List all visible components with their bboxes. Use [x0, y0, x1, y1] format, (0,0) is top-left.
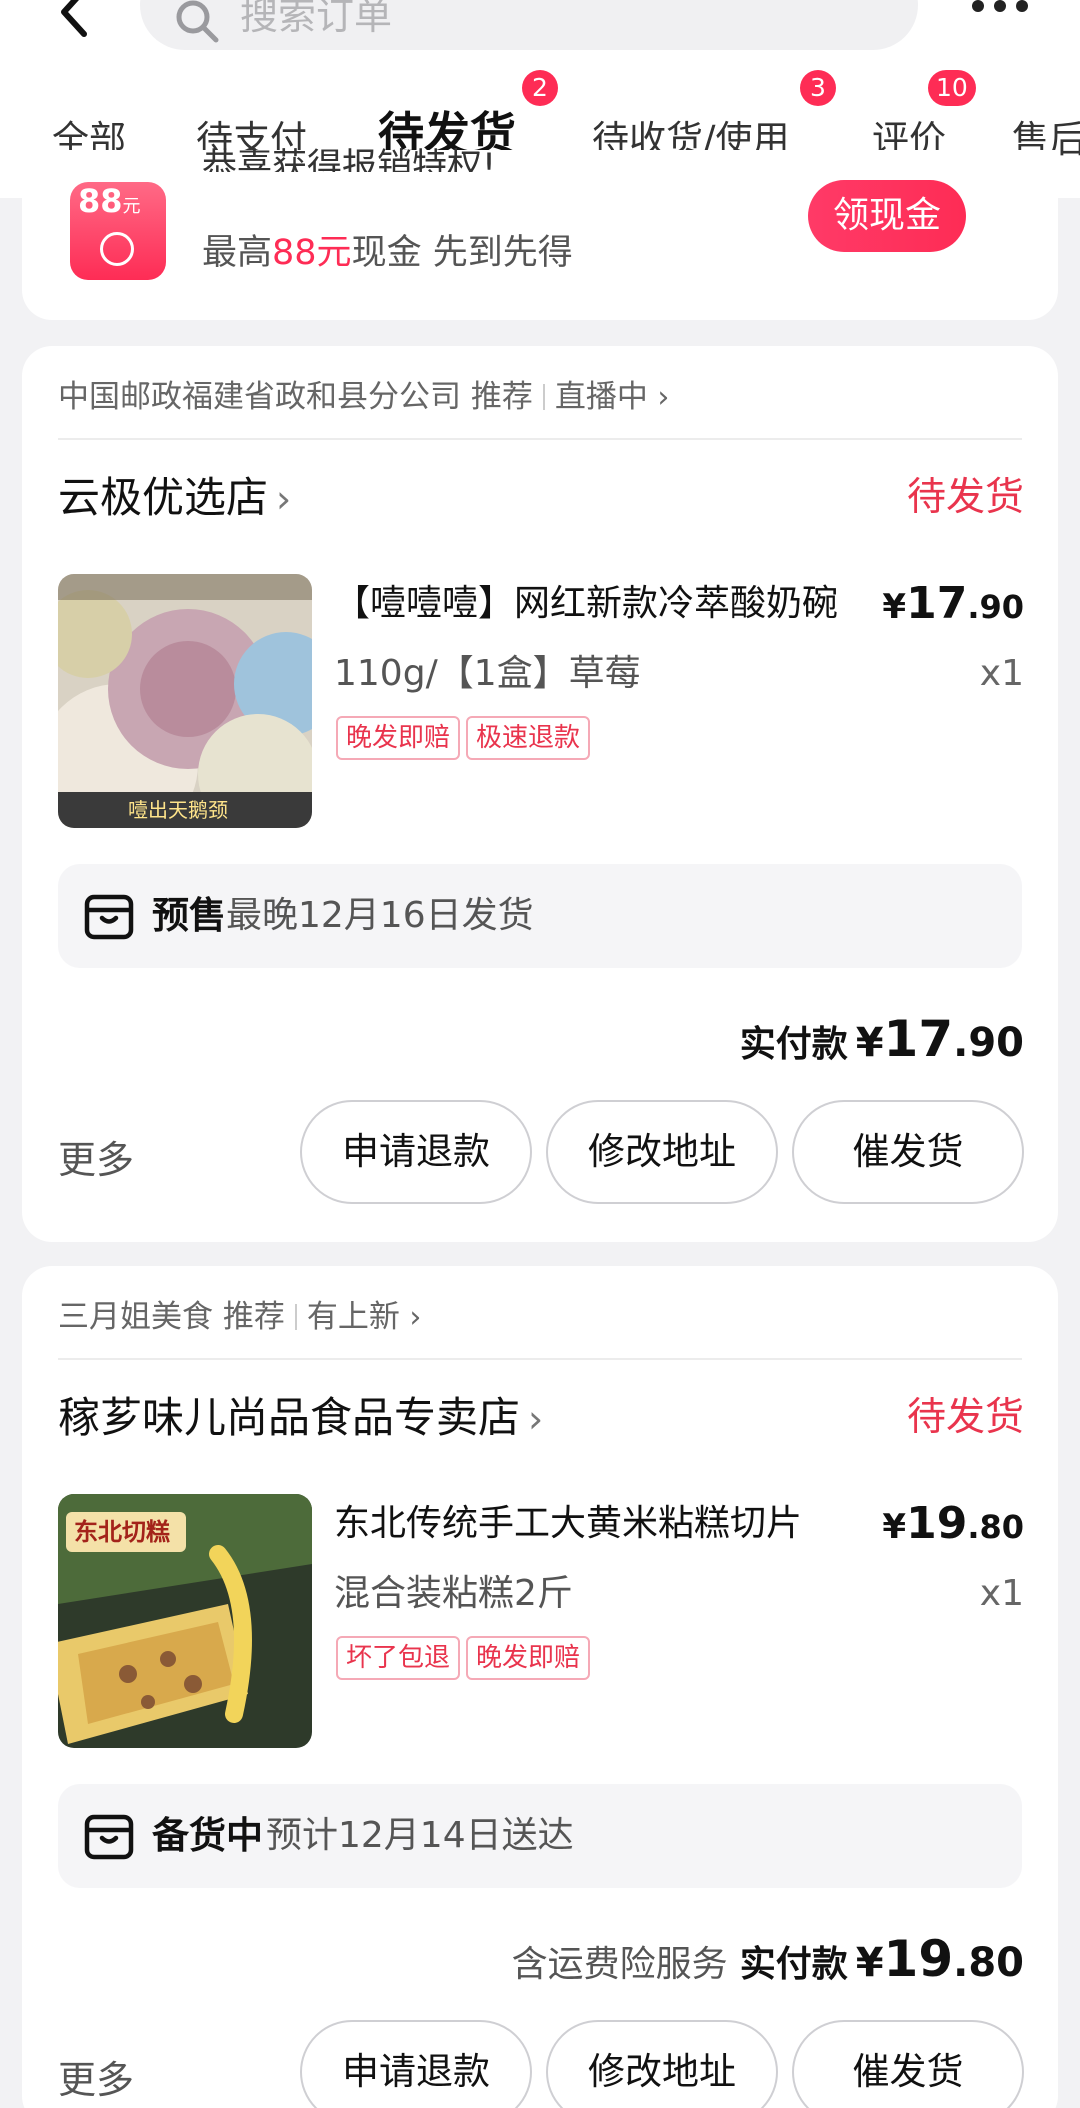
shipping-info[interactable]: 备货中 预计12月14日送达 [58, 1784, 1022, 1888]
urge-shipment-button[interactable]: 催发货 [792, 1100, 1024, 1204]
promo-card: 88元 恭喜获得报销特权! 最高88元现金 先到先得 领现金 [22, 147, 1058, 320]
shop-name[interactable]: 云极优选店 › [58, 468, 291, 529]
order-source[interactable]: 三月姐美食 推荐 有上新 › [58, 1292, 421, 1343]
product-title[interactable]: 【噎噎噎】网红新款冷萃酸奶碗 [334, 578, 894, 630]
package-icon [84, 1814, 134, 1860]
service-tag: 晚发即赔 [466, 1636, 591, 1680]
product-price: ¥17.90 [882, 578, 1024, 629]
shipping-type: 备货中 [152, 1814, 263, 1857]
tab-pending-shipment-badge: 2 [522, 70, 558, 106]
more-link[interactable]: 更多 [58, 2050, 134, 2108]
product-title[interactable]: 东北传统手工大黄米粘糕切片 [334, 1498, 894, 1550]
order-actions: 申请退款 修改地址 催发货 [286, 1100, 1024, 1206]
order-status: 待发货 [906, 1395, 1024, 1440]
shop-name[interactable]: 稼芗味儿尚品食品专卖店 › [58, 1388, 543, 1449]
product-image[interactable]: 东北切糕 [58, 1494, 312, 1748]
search-input[interactable] [240, 0, 840, 42]
promo-title: 恭喜获得报销特权! [202, 147, 497, 172]
chevron-right-icon: › [276, 477, 292, 521]
shipping-text: 最晚12月16日发货 [226, 895, 534, 936]
urge-shipment-button[interactable]: 催发货 [792, 2020, 1024, 2108]
product-quantity: x1 [979, 653, 1024, 694]
chevron-right-icon: › [399, 1300, 422, 1335]
tab-pending-receipt-badge: 3 [800, 70, 836, 106]
order-card: 中国邮政福建省政和县分公司 推荐 直播中 › 云极优选店 › 待发货 噎出天鹅颈 【… [22, 346, 1058, 1242]
order-status: 待发货 [906, 475, 1024, 520]
svg-text:东北切糕: 东北切糕 [74, 1518, 170, 1546]
more-options-icon[interactable] [972, 0, 1030, 16]
product-spec: 110g/【1盒】草莓 [334, 653, 641, 694]
shipping-info[interactable]: 预售 最晚12月16日发货 [58, 864, 1022, 968]
svg-text:噎出天鹅颈: 噎出天鹅颈 [128, 798, 228, 822]
service-tags: 晚发即赔 极速退款 [336, 716, 596, 762]
service-tag: 坏了包退 [336, 1636, 461, 1680]
search-icon [176, 0, 219, 43]
tab-review-badge: 10 [928, 70, 976, 106]
promo-subtitle: 最高88元现金 先到先得 [202, 233, 573, 273]
order-card: 三月姐美食 推荐 有上新 › 稼芗味儿尚品食品专卖店 › 待发货 东北切糕 东北传统… [22, 1266, 1058, 2108]
shipping-insurance-note: 含运费险服务 [511, 1944, 728, 1985]
package-icon [84, 894, 134, 940]
shipping-text: 预计12月14日送达 [266, 1815, 574, 1856]
cash-reward-icon: 88元 [70, 182, 166, 280]
product-price: ¥19.80 [882, 1498, 1024, 1549]
chevron-right-icon: › [528, 1397, 544, 1441]
service-tag: 晚发即赔 [336, 716, 461, 760]
order-source[interactable]: 中国邮政福建省政和县分公司 推荐 直播中 › [58, 372, 669, 423]
change-address-button[interactable]: 修改地址 [546, 2020, 778, 2108]
divider [58, 1358, 1022, 1360]
order-total: 实付款 ¥17.90 [739, 1010, 1024, 1068]
divider [58, 438, 1022, 440]
back-icon[interactable] [50, 0, 98, 42]
order-actions: 申请退款 修改地址 催发货 [286, 2020, 1024, 2108]
product-quantity: x1 [979, 1573, 1024, 1614]
change-address-button[interactable]: 修改地址 [546, 1100, 778, 1204]
chevron-right-icon: › [647, 380, 670, 415]
product-image[interactable]: 噎出天鹅颈 [58, 574, 312, 828]
claim-cash-button[interactable]: 领现金 [808, 180, 966, 252]
shipping-type: 预售 [152, 894, 226, 937]
product-spec: 混合装粘糕2斤 [334, 1573, 573, 1614]
service-tag: 极速退款 [466, 716, 591, 760]
order-total: 含运费险服务 实付款 ¥19.80 [511, 1930, 1024, 1988]
more-link[interactable]: 更多 [58, 1130, 134, 1190]
request-refund-button[interactable]: 申请退款 [300, 2020, 532, 2108]
service-tags: 坏了包退 晚发即赔 [336, 1636, 596, 1682]
request-refund-button[interactable]: 申请退款 [300, 1100, 532, 1204]
search-bar[interactable] [140, 0, 918, 50]
